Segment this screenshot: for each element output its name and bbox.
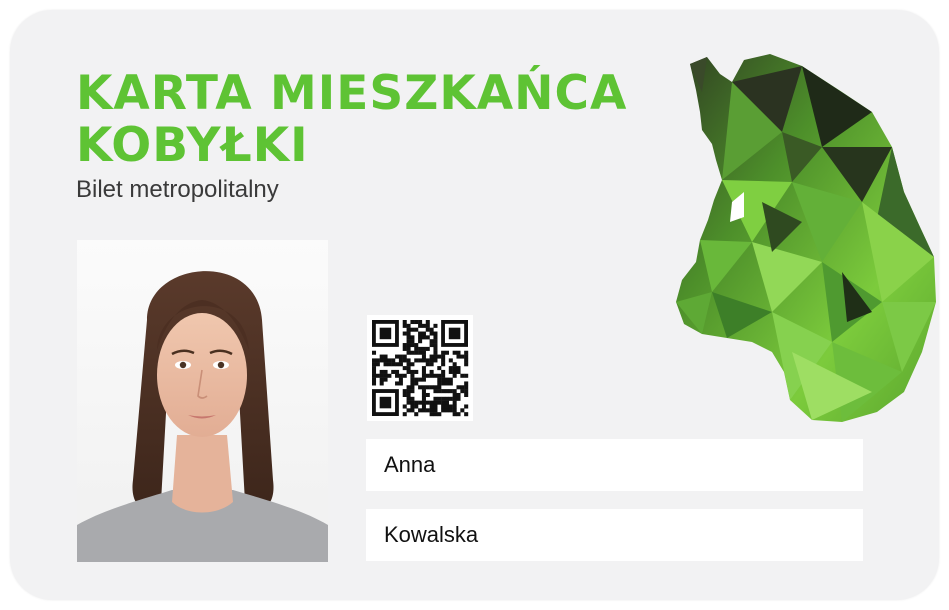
person-photo-icon xyxy=(77,240,328,562)
qr-code-icon xyxy=(372,320,469,417)
last-name-field: Kowalska xyxy=(366,509,863,561)
card-title-line-1: KARTA MIESZKAŃCA xyxy=(76,66,628,121)
holder-photo xyxy=(77,240,328,562)
qr-code xyxy=(367,315,473,421)
resident-card: KARTA MIESZKAŃCA KOBYŁKI Bilet metropoli… xyxy=(10,10,939,600)
horse-head-emblem-icon xyxy=(676,54,936,422)
first-name-field: Anna xyxy=(366,439,863,491)
card-title: KARTA MIESZKAŃCA KOBYŁKI xyxy=(76,68,627,172)
card-subtitle: Bilet metropolitalny xyxy=(76,176,279,203)
card-title-line-2: KOBYŁKI xyxy=(76,118,309,173)
